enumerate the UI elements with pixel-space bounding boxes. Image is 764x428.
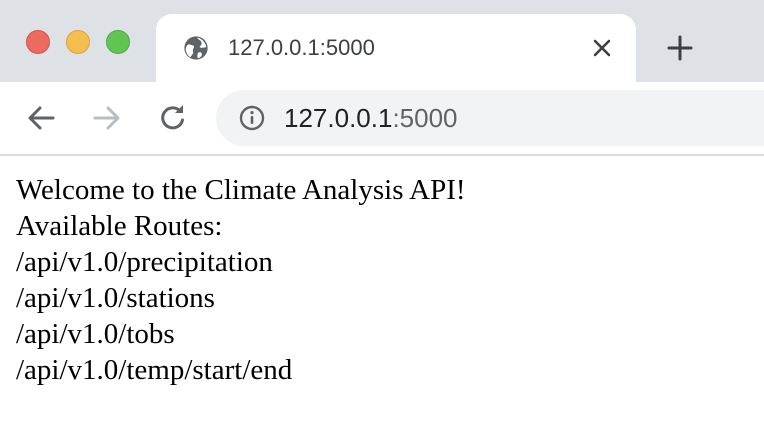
window-zoom-button[interactable]: [106, 30, 130, 54]
url-text[interactable]: 127.0.0.1:5000: [284, 103, 458, 133]
url-host: 127.0.0.1: [284, 103, 393, 133]
browser-tab-active[interactable]: 127.0.0.1:5000: [156, 14, 636, 82]
info-icon[interactable]: [238, 104, 266, 132]
arrow-left-icon[interactable]: [22, 98, 62, 138]
globe-icon: [184, 36, 208, 60]
close-icon[interactable]: [590, 36, 614, 60]
tab-strip: 127.0.0.1:5000: [0, 0, 764, 82]
routes-heading: Available Routes:: [16, 210, 223, 242]
route-item-precipitation: /api/v1.0/precipitation: [16, 246, 273, 278]
url-port: :5000: [392, 103, 458, 133]
reload-icon[interactable]: [153, 98, 193, 138]
plus-icon[interactable]: [662, 30, 698, 66]
route-item-temp-start-end: /api/v1.0/temp/start/end: [16, 354, 293, 386]
window-close-button[interactable]: [26, 30, 50, 54]
window-minimize-button[interactable]: [66, 30, 90, 54]
browser-toolbar: 127.0.0.1:5000: [0, 82, 764, 154]
tab-title: 127.0.0.1:5000: [228, 35, 375, 60]
route-item-tobs: /api/v1.0/tobs: [16, 318, 175, 350]
page-content: Welcome to the Climate Analysis API! Ava…: [16, 172, 756, 388]
page-heading: Welcome to the Climate Analysis API!: [16, 174, 466, 206]
toolbar-divider: [0, 154, 764, 156]
route-item-stations: /api/v1.0/stations: [16, 282, 215, 314]
arrow-right-icon[interactable]: [88, 98, 128, 138]
address-bar[interactable]: 127.0.0.1:5000: [216, 90, 764, 146]
